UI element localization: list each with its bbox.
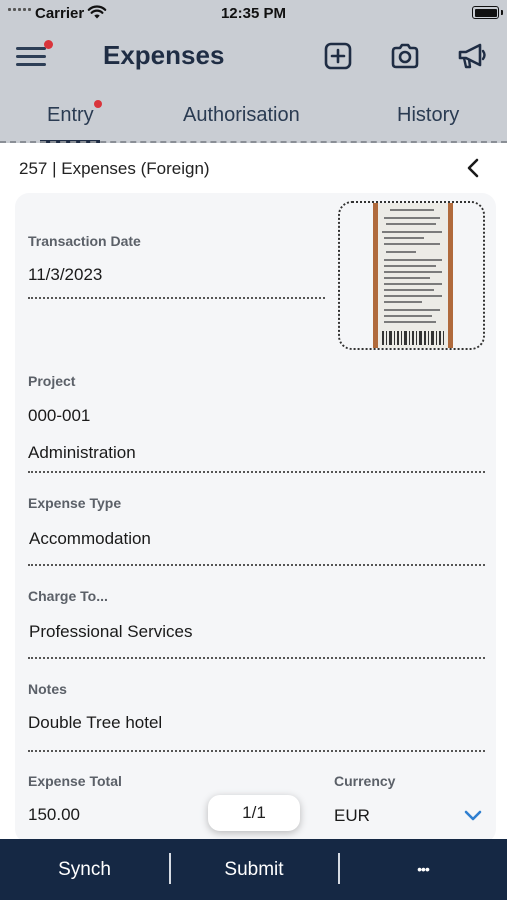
project-label: Project [28,373,76,389]
expense-total-field[interactable]: 150.00 [28,805,80,825]
notification-dot [44,40,53,49]
header-divider [0,141,507,143]
expense-type-underline [28,564,485,566]
project-code-field[interactable]: 000-001 [28,406,90,426]
transaction-date-label: Transaction Date [28,233,141,249]
charge-to-label: Charge To... [28,588,108,604]
charge-to-underline [28,657,485,659]
transaction-date-field[interactable]: 11/3/2023 [28,265,102,285]
expense-type-label: Expense Type [28,495,122,511]
synch-button[interactable]: Synch [0,839,169,900]
charge-to-field[interactable]: Professional Services [29,622,192,642]
battery-icon [472,6,499,19]
notes-field[interactable]: Double Tree hotel [28,713,162,733]
record-title: 257 | Expenses (Foreign) [19,159,210,178]
megaphone-icon[interactable] [456,40,488,72]
submit-button[interactable]: Submit [170,839,338,900]
page-indicator: 1/1 [208,795,300,831]
expense-total-label: Expense Total [28,773,122,789]
currency-label: Currency [334,773,396,789]
tab-entry[interactable]: Entry [47,104,94,127]
tab-history[interactable]: History [397,104,459,127]
camera-icon[interactable] [389,40,421,72]
status-bar: Carrier 12:35 PM [0,0,507,28]
menu-bar [16,47,46,50]
back-chevron-icon[interactable] [462,156,486,180]
menu-bar [16,63,46,66]
chevron-down-icon[interactable] [462,806,484,826]
notes-underline [28,750,485,752]
tab-authorisation[interactable]: Authorisation [183,104,300,127]
add-square-icon[interactable] [322,40,354,72]
tab-entry-badge [94,100,102,108]
project-name-field[interactable]: Administration [28,443,136,463]
receipt-thumbnail[interactable] [338,201,485,350]
notes-label: Notes [28,681,67,697]
expense-type-field[interactable]: Accommodation [29,529,151,549]
project-underline [28,471,485,473]
status-time: 12:35 PM [220,5,287,22]
app-header: Carrier 12:35 PM Expenses Entry Authoris… [0,0,507,143]
page-title: Expenses [103,40,225,70]
transaction-date-underline [28,297,325,299]
bottom-action-bar: Synch Submit ••• [0,839,507,900]
hamburger-menu-icon[interactable] [14,40,54,72]
receipt-image [340,203,483,348]
battery-tip [501,10,503,15]
more-options-button[interactable]: ••• [339,839,507,900]
menu-bar [16,55,46,58]
currency-select[interactable]: EUR [334,806,370,826]
